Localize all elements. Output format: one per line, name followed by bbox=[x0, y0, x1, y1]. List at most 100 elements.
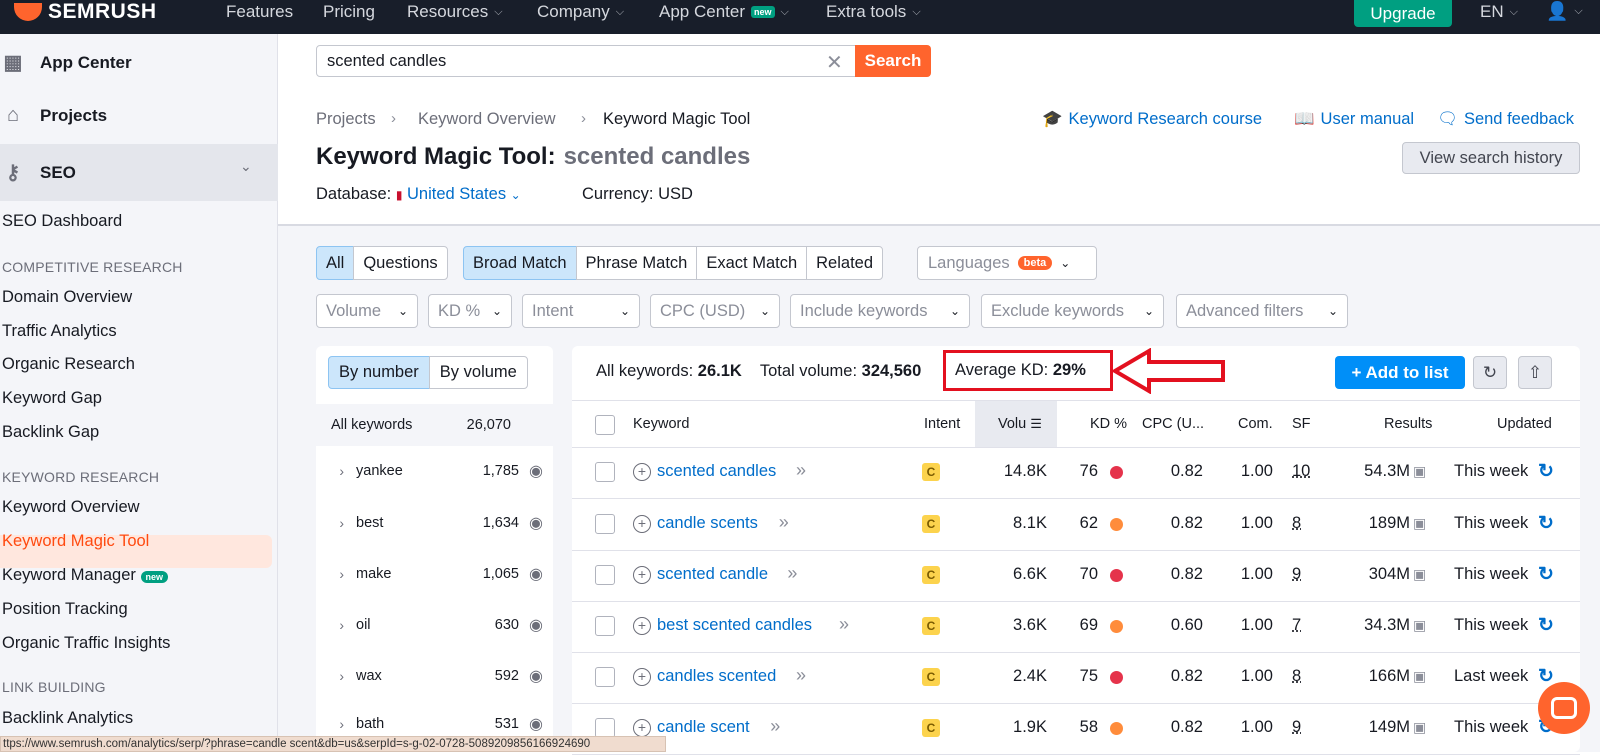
database-selector[interactable]: Database: ▮ United States ⌄ bbox=[316, 185, 521, 204]
keyword-link[interactable]: candle scents bbox=[657, 514, 758, 533]
eye-icon[interactable]: ◉ bbox=[519, 615, 553, 635]
breadcrumb-projects[interactable]: Projects bbox=[316, 110, 376, 129]
chat-launcher-button[interactable] bbox=[1538, 682, 1590, 734]
upgrade-button[interactable]: Upgrade bbox=[1354, 0, 1452, 27]
serp-features-count[interactable]: 7 bbox=[1292, 616, 1301, 635]
close-icon[interactable]: ✕ bbox=[826, 50, 843, 75]
semrush-logo[interactable]: SEMRUSH bbox=[14, 0, 157, 24]
eye-icon[interactable]: ◉ bbox=[519, 564, 553, 584]
group-row[interactable]: › yankee 1,785 ◉ bbox=[316, 451, 553, 491]
groups-all-keywords[interactable]: All keywords 26,070 bbox=[316, 404, 553, 446]
view-search-history-button[interactable]: View search history bbox=[1402, 142, 1580, 174]
tab-broad-match[interactable]: Broad Match bbox=[463, 246, 577, 280]
serp-snapshot-icon[interactable]: ▣ bbox=[1413, 463, 1426, 480]
select-all-checkbox[interactable] bbox=[595, 415, 615, 435]
add-to-list-button[interactable]: + Add to list bbox=[1335, 356, 1465, 389]
serp-features-count[interactable]: 9 bbox=[1292, 718, 1301, 737]
refresh-icon[interactable]: ↻ bbox=[1538, 512, 1554, 535]
languages-dropdown[interactable]: Languages beta ⌄ bbox=[917, 246, 1097, 280]
keyword-research-course-link[interactable]: 🎓 Keyword Research course bbox=[1042, 110, 1262, 129]
sidebar-link-keyword-magic-tool[interactable]: Keyword Magic Tool bbox=[2, 532, 149, 551]
user-menu[interactable]: 👤 ⌵ bbox=[1546, 1, 1583, 22]
export-button[interactable]: ⇧ bbox=[1518, 356, 1552, 389]
add-keyword-icon[interactable]: + bbox=[633, 617, 651, 635]
row-checkbox[interactable] bbox=[595, 667, 615, 687]
add-keyword-icon[interactable]: + bbox=[633, 719, 651, 737]
by-volume-button[interactable]: By volume bbox=[428, 356, 528, 389]
send-feedback-link[interactable]: 🗨 Send feedback bbox=[1437, 110, 1574, 129]
include-keywords-filter[interactable]: Include keywords ⌄ bbox=[790, 294, 970, 328]
intent-filter[interactable]: Intent ⌄ bbox=[522, 294, 640, 328]
col-intent[interactable]: Intent bbox=[924, 416, 960, 432]
serp-features-count[interactable]: 8 bbox=[1292, 514, 1301, 533]
keyword-link[interactable]: candle scent bbox=[657, 718, 750, 737]
refresh-button[interactable]: ↻ bbox=[1473, 356, 1507, 389]
group-row[interactable]: › best 1,634 ◉ bbox=[316, 503, 553, 543]
serp-snapshot-icon[interactable]: ▣ bbox=[1413, 566, 1426, 583]
serp-features-count[interactable]: 9 bbox=[1292, 565, 1301, 584]
language-selector[interactable]: EN ⌵ bbox=[1480, 2, 1518, 22]
double-chevron-right-icon[interactable]: » bbox=[796, 460, 806, 481]
serp-snapshot-icon[interactable]: ▣ bbox=[1413, 719, 1426, 736]
serp-snapshot-icon[interactable]: ▣ bbox=[1413, 668, 1426, 685]
row-checkbox[interactable] bbox=[595, 565, 615, 585]
tab-questions[interactable]: Questions bbox=[353, 246, 448, 280]
double-chevron-right-icon[interactable]: » bbox=[787, 563, 797, 584]
volume-filter[interactable]: Volume ⌄ bbox=[316, 294, 418, 328]
nav-company[interactable]: Company ⌵ bbox=[537, 2, 624, 22]
advanced-filters[interactable]: Advanced filters ⌄ bbox=[1176, 294, 1348, 328]
cpc-filter[interactable]: CPC (USD) ⌄ bbox=[650, 294, 780, 328]
add-keyword-icon[interactable]: + bbox=[633, 668, 651, 686]
col-volume[interactable]: Volu ☰ bbox=[998, 416, 1042, 432]
nav-extra-tools[interactable]: Extra tools ⌵ bbox=[826, 2, 921, 22]
sidebar-item-app-center[interactable]: ▦ App Center bbox=[0, 50, 132, 75]
row-checkbox[interactable] bbox=[595, 718, 615, 738]
eye-icon[interactable]: ◉ bbox=[519, 461, 553, 481]
keyword-link[interactable]: best scented candles bbox=[657, 616, 812, 635]
search-input[interactable] bbox=[316, 45, 856, 77]
sidebar-link-keyword-overview[interactable]: Keyword Overview bbox=[2, 498, 140, 517]
group-row[interactable]: › oil 630 ◉ bbox=[316, 605, 553, 645]
tab-all[interactable]: All bbox=[316, 246, 355, 280]
nav-pricing[interactable]: Pricing bbox=[323, 2, 375, 22]
refresh-icon[interactable]: ↻ bbox=[1538, 563, 1554, 586]
sidebar-link-traffic-analytics[interactable]: Traffic Analytics bbox=[2, 322, 117, 341]
double-chevron-right-icon[interactable]: » bbox=[770, 716, 780, 737]
group-row[interactable]: › bath 531 ◉ bbox=[316, 712, 553, 736]
group-row[interactable]: › wax 592 ◉ bbox=[316, 656, 553, 696]
sidebar-link-backlink-analytics[interactable]: Backlink Analytics bbox=[2, 709, 133, 728]
add-keyword-icon[interactable]: + bbox=[633, 566, 651, 584]
keyword-link[interactable]: scented candle bbox=[657, 565, 768, 584]
refresh-icon[interactable]: ↻ bbox=[1538, 614, 1554, 637]
sidebar-link-organic-research[interactable]: Organic Research bbox=[2, 355, 135, 374]
refresh-icon[interactable]: ↻ bbox=[1538, 460, 1554, 483]
double-chevron-right-icon[interactable]: » bbox=[779, 512, 789, 533]
nav-features[interactable]: Features bbox=[226, 2, 293, 22]
serp-features-count[interactable]: 8 bbox=[1292, 667, 1301, 686]
sidebar-link-position-tracking[interactable]: Position Tracking bbox=[2, 600, 128, 619]
double-chevron-right-icon[interactable]: » bbox=[796, 665, 806, 686]
col-cpc[interactable]: CPC (U... bbox=[1142, 416, 1204, 432]
chevron-down-icon[interactable]: ⌄ bbox=[240, 158, 252, 175]
serp-snapshot-icon[interactable]: ▣ bbox=[1413, 515, 1426, 532]
sidebar-link-domain-overview[interactable]: Domain Overview bbox=[2, 288, 132, 307]
group-row[interactable]: › make 1,065 ◉ bbox=[316, 554, 553, 594]
sidebar-link-keyword-gap[interactable]: Keyword Gap bbox=[2, 389, 102, 408]
sidebar-link-organic-traffic-insights[interactable]: Organic Traffic Insights bbox=[2, 634, 170, 653]
breadcrumb-keyword-overview[interactable]: Keyword Overview bbox=[418, 110, 556, 129]
row-checkbox[interactable] bbox=[595, 462, 615, 482]
add-keyword-icon[interactable]: + bbox=[633, 463, 651, 481]
sidebar-link-keyword-manager[interactable]: Keyword Manager new bbox=[2, 566, 169, 585]
sidebar-link-backlink-gap[interactable]: Backlink Gap bbox=[2, 423, 99, 442]
keyword-link[interactable]: candles scented bbox=[657, 667, 776, 686]
col-keyword[interactable]: Keyword bbox=[633, 416, 689, 432]
sidebar-item-projects[interactable]: ⌂ Projects bbox=[0, 104, 107, 127]
keyword-link[interactable]: scented candles bbox=[657, 462, 776, 481]
row-checkbox[interactable] bbox=[595, 514, 615, 534]
search-button[interactable]: Search bbox=[855, 45, 931, 77]
col-updated[interactable]: Updated bbox=[1497, 416, 1552, 432]
nav-resources[interactable]: Resources ⌵ bbox=[407, 2, 503, 22]
add-keyword-icon[interactable]: + bbox=[633, 515, 651, 533]
row-checkbox[interactable] bbox=[595, 616, 615, 636]
eye-icon[interactable]: ◉ bbox=[519, 513, 553, 533]
